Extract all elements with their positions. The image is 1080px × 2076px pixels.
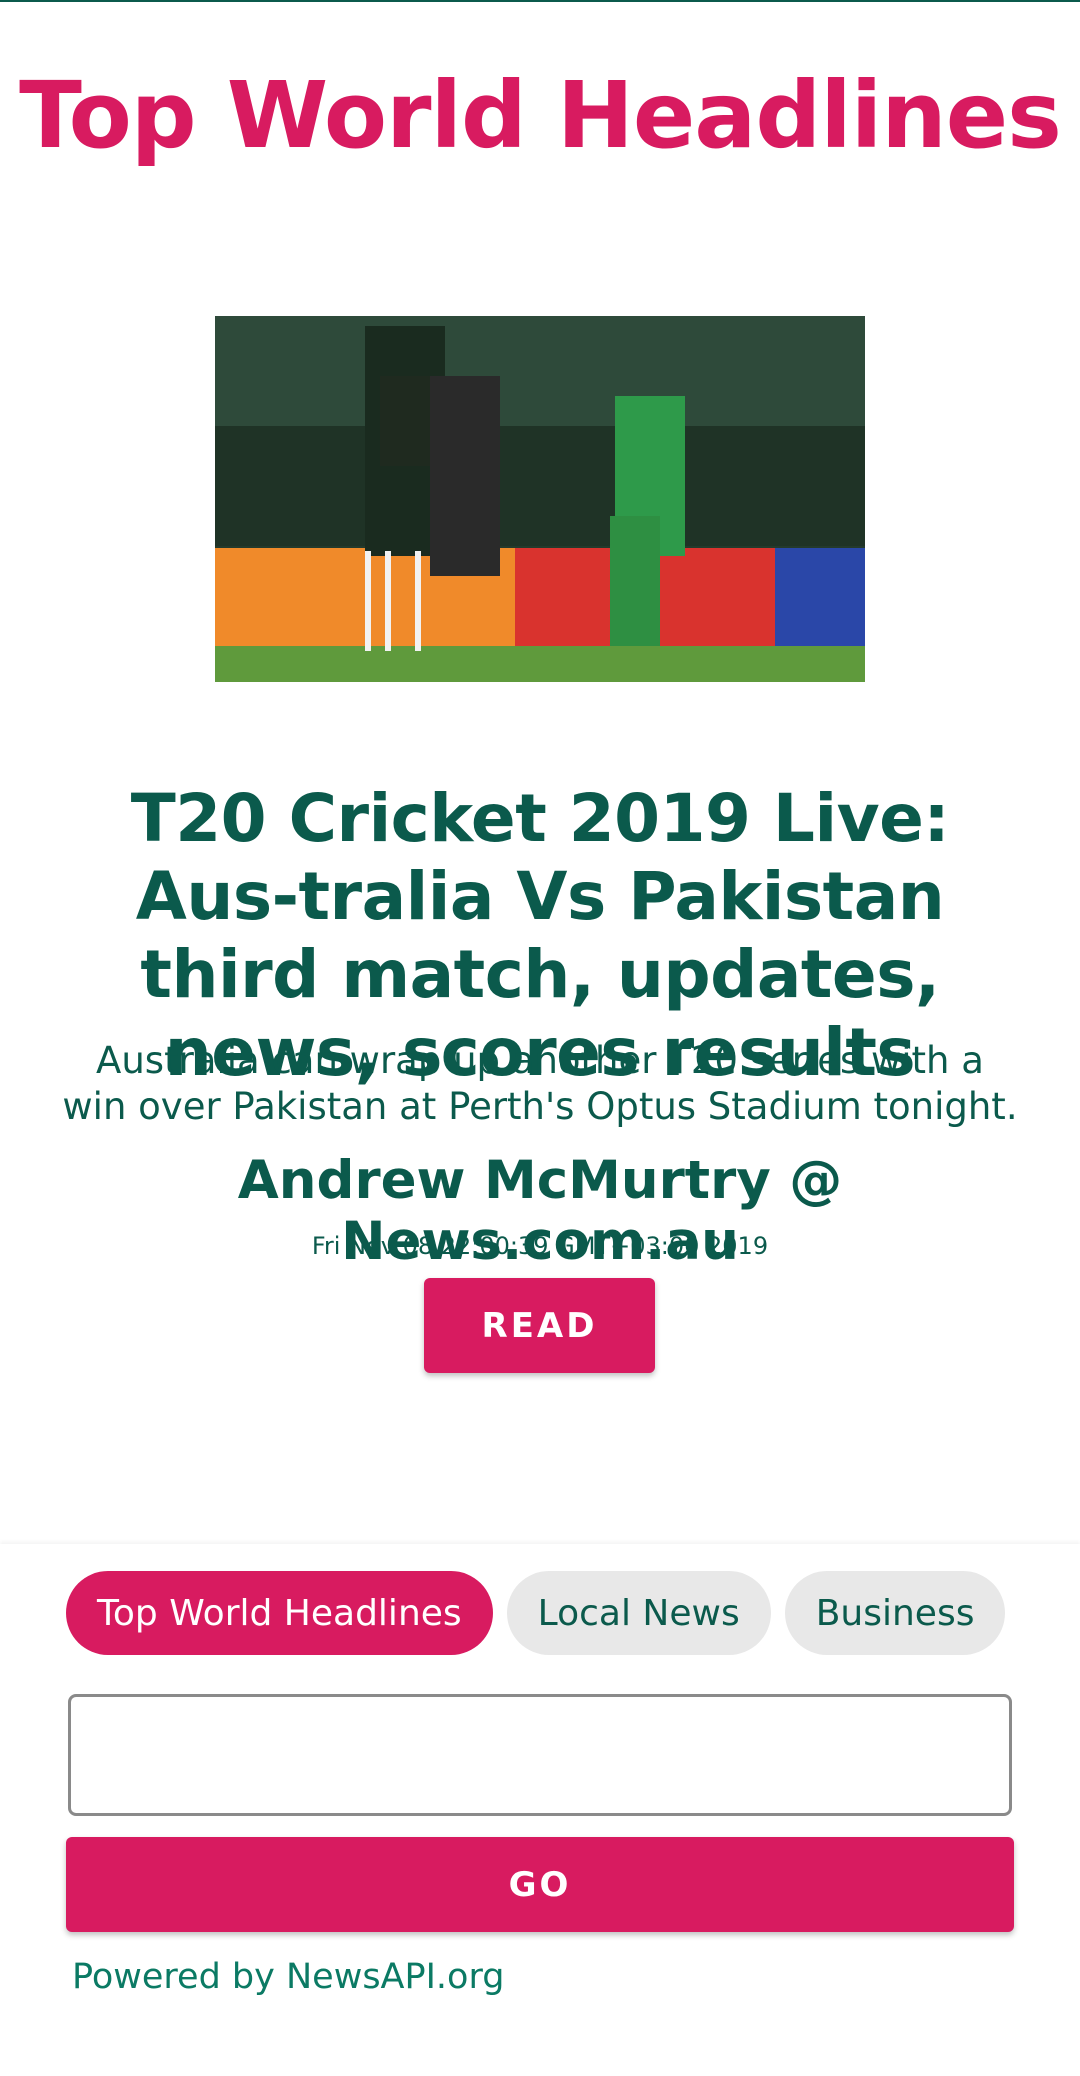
read-button[interactable]: READ bbox=[424, 1278, 655, 1373]
chip-business[interactable]: Business bbox=[784, 1571, 1006, 1655]
category-chips[interactable]: Top World Headlines Local News Business bbox=[66, 1571, 1014, 1655]
article-summary: Australia can wrap up another T20 series… bbox=[62, 1039, 1018, 1128]
page-title: Top World Headlines bbox=[19, 62, 1062, 169]
search-input[interactable] bbox=[68, 1694, 1012, 1816]
article-image bbox=[215, 316, 865, 682]
chip-local-news[interactable]: Local News bbox=[506, 1571, 771, 1655]
go-button[interactable]: GO bbox=[66, 1837, 1014, 1932]
article-date: Fri Nov 08 22:00:39 GMT+03:00 2019 bbox=[311, 1232, 769, 1260]
top-divider bbox=[0, 0, 1080, 2]
powered-by-link[interactable]: Powered by NewsAPI.org bbox=[72, 1957, 504, 1997]
chip-top-world-headlines[interactable]: Top World Headlines bbox=[66, 1571, 493, 1655]
